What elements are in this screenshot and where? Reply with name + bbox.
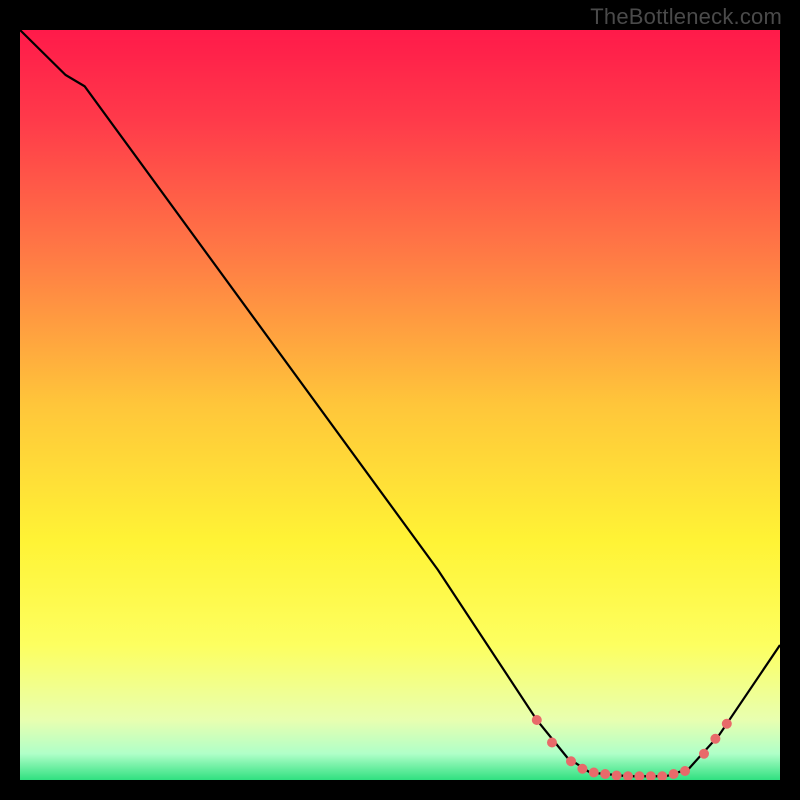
chart-background: [20, 30, 780, 780]
curve-marker: [566, 756, 576, 766]
curve-marker: [589, 768, 599, 778]
curve-marker: [547, 738, 557, 748]
attribution-label: TheBottleneck.com: [590, 4, 782, 30]
curve-marker: [532, 715, 542, 725]
curve-marker: [722, 719, 732, 729]
curve-marker: [680, 766, 690, 776]
chart-plot-area: [20, 30, 780, 780]
curve-marker: [669, 769, 679, 779]
curve-marker: [699, 749, 709, 759]
curve-marker: [577, 764, 587, 774]
curve-marker: [710, 734, 720, 744]
chart-svg: [20, 30, 780, 780]
curve-marker: [600, 769, 610, 779]
